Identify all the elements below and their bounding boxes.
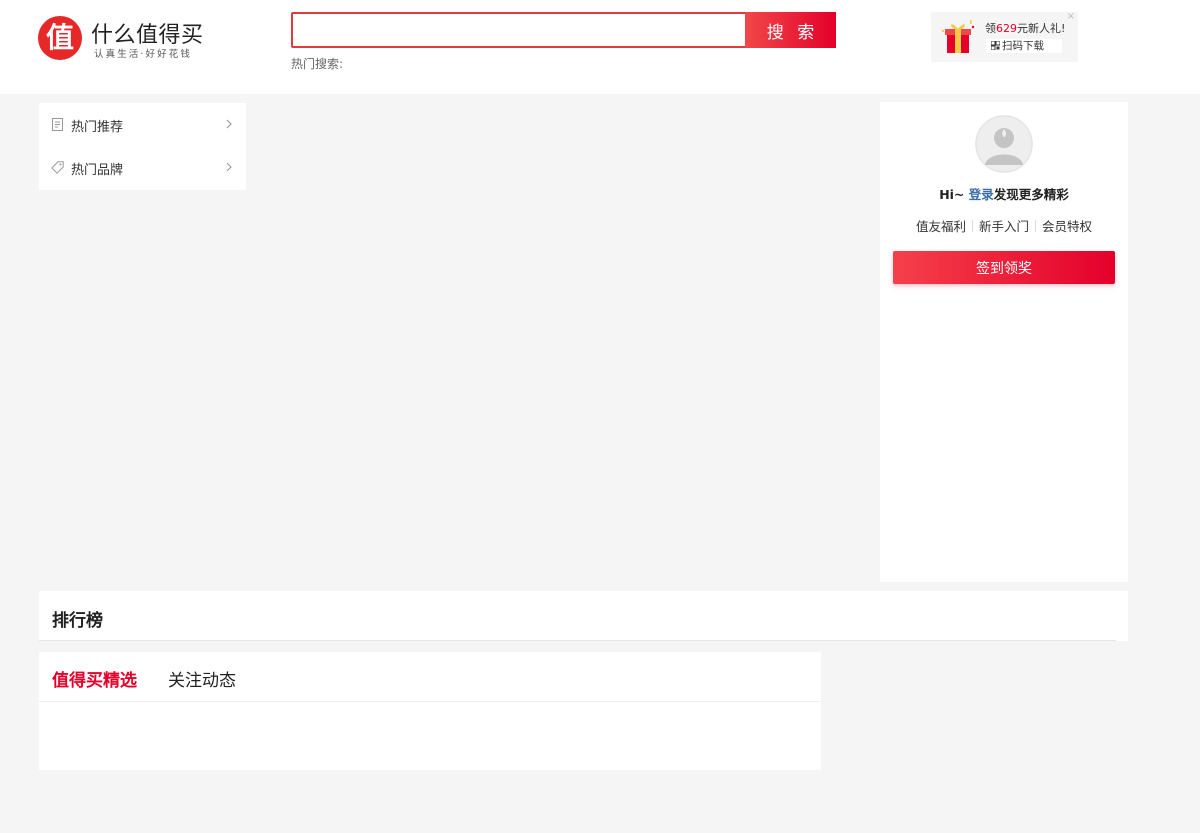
user-quick-links: 值友福利 新手入门 会员特权 — [880, 216, 1128, 235]
new-user-promo[interactable]: 领629元新人礼! 扫码下载 × — [931, 11, 1078, 62]
category-menu: 热门推荐 热门品牌 — [39, 103, 246, 190]
ranking-divider — [39, 640, 1116, 641]
user-panel: Hi~ 登录发现更多精彩 值友福利 新手入门 会员特权 签到领奖 — [880, 102, 1128, 582]
site-header: 值 什么值得买 认真生活·好好花钱 搜 索 热门搜索: 领629元新人礼! 扫码… — [0, 0, 1200, 94]
document-icon — [52, 118, 63, 131]
close-icon[interactable]: × — [1067, 11, 1075, 22]
avatar[interactable] — [975, 115, 1033, 173]
link-divider — [1035, 220, 1036, 232]
chevron-right-icon — [226, 119, 232, 129]
promo-title-prefix: 领 — [985, 22, 996, 35]
tag-icon — [51, 161, 64, 174]
link-divider — [971, 220, 973, 232]
chevron-right-icon — [226, 162, 232, 172]
gift-box-icon — [941, 20, 975, 53]
logo-mark: 值 — [38, 16, 82, 60]
link-beginner-guide[interactable]: 新手入门 — [979, 219, 1029, 234]
category-item-label: 热门品牌 — [71, 163, 124, 178]
ranking-section: 排行榜 — [39, 591, 1128, 641]
feed-section: 值得买精选 关注动态 — [39, 652, 821, 770]
search-button[interactable]: 搜 索 — [745, 12, 836, 48]
category-item-label: 热门推荐 — [71, 120, 124, 135]
promo-qr-download: 扫码下载 — [986, 39, 1062, 53]
category-item-hot-recommend[interactable]: 热门推荐 — [39, 103, 246, 146]
qr-code-icon — [990, 40, 1001, 51]
search-box: 搜 索 — [291, 12, 836, 48]
link-member-welfare[interactable]: 值友福利 — [916, 219, 966, 234]
tab-following[interactable]: 关注动态 — [168, 666, 236, 691]
site-logo[interactable]: 值 什么值得买 认真生活·好好花钱 — [38, 16, 218, 62]
logo-slogan: 认真生活·好好花钱 — [94, 49, 192, 60]
promo-qr-text: 扫码下载 — [1002, 40, 1044, 52]
logo-name: 什么值得买 — [91, 23, 204, 48]
login-greeting: Hi~ 登录发现更多精彩 — [880, 184, 1128, 203]
link-vip-privilege[interactable]: 会员特权 — [1042, 219, 1092, 234]
promo-title: 领629元新人礼! — [985, 20, 1065, 36]
login-link[interactable]: 登录 — [969, 187, 994, 202]
category-item-hot-brands[interactable]: 热门品牌 — [39, 146, 246, 189]
feed-tabs: 值得买精选 关注动态 — [39, 652, 821, 702]
promo-amount: 629 — [996, 22, 1017, 35]
tab-featured[interactable]: 值得买精选 — [52, 666, 137, 691]
ranking-title: 排行榜 — [52, 611, 103, 631]
sign-in-reward-button[interactable]: 签到领奖 — [893, 251, 1115, 284]
greeting-prefix: Hi~ — [939, 187, 969, 202]
promo-title-suffix: 元新人礼! — [1017, 22, 1066, 35]
hot-search-label: 热门搜索: — [291, 57, 344, 71]
greeting-suffix: 发现更多精彩 — [993, 187, 1069, 202]
default-avatar-icon — [975, 115, 1033, 173]
search-input[interactable] — [293, 14, 745, 46]
